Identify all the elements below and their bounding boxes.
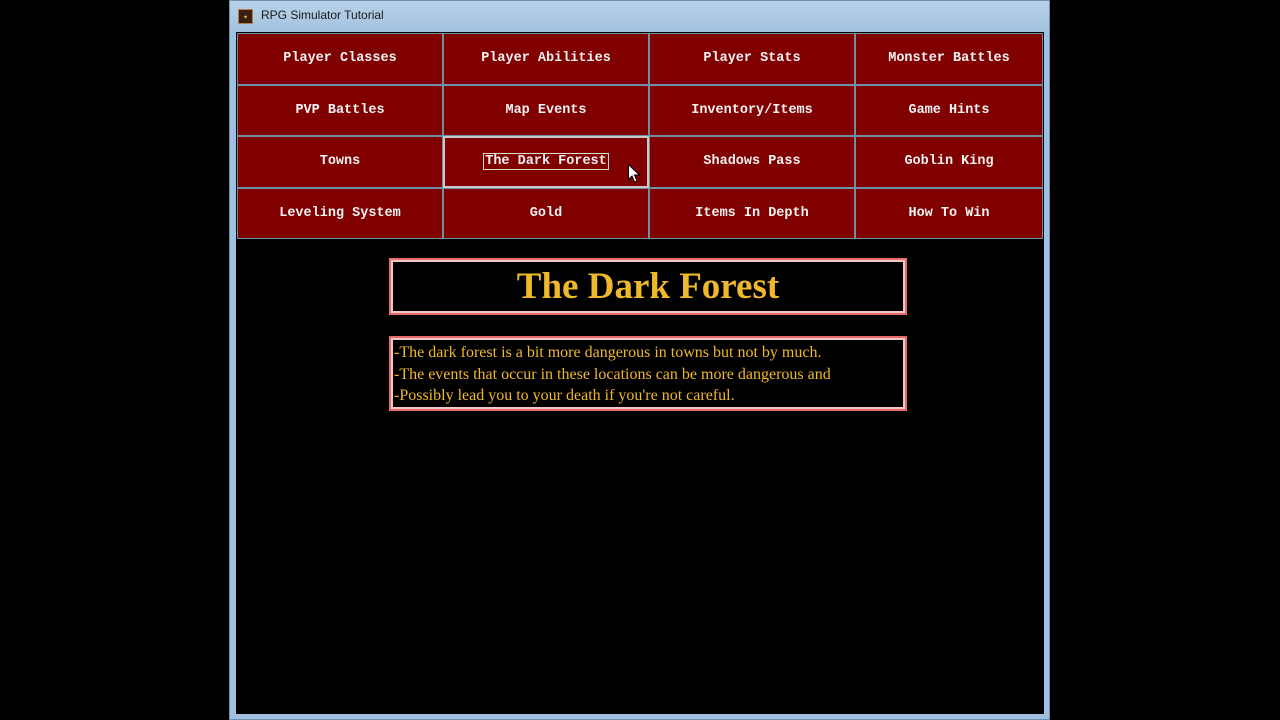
window-title: RPG Simulator Tutorial: [261, 8, 384, 22]
description-line: -The dark forest is a bit more dangerous…: [394, 344, 822, 361]
button-label: Shadows Pass: [703, 154, 801, 170]
description-line: -Possibly lead you to your death if you'…: [394, 387, 735, 404]
button-label: Player Classes: [283, 51, 397, 67]
description-line: -The events that occur in these location…: [394, 365, 831, 383]
player-classes-button[interactable]: Player Classes: [237, 33, 443, 85]
button-label: Map Events: [505, 102, 587, 118]
section-heading: The Dark Forest: [516, 266, 780, 307]
items-in-depth-button[interactable]: Items In Depth: [649, 187, 855, 239]
button-label: Gold: [529, 205, 563, 221]
player-abilities-button[interactable]: Player Abilities: [443, 33, 649, 85]
gold-button[interactable]: Gold: [443, 187, 649, 239]
button-label: PVP Battles: [295, 102, 385, 118]
button-label: Player Stats: [703, 51, 801, 67]
title-bar[interactable]: ✦ RPG Simulator Tutorial: [230, 1, 1049, 32]
app-icon[interactable]: ✦: [238, 9, 253, 24]
section-description-box: -The dark forest is a bit more dangerous…: [389, 336, 907, 411]
pvp-battles-button[interactable]: PVP Battles: [237, 84, 443, 136]
mouse-cursor-icon: [628, 164, 640, 183]
leveling-system-button[interactable]: Leveling System: [237, 187, 443, 239]
goblin-king-button[interactable]: Goblin King: [855, 136, 1043, 188]
section-heading-box: The Dark Forest: [389, 258, 907, 315]
button-label: Game Hints: [908, 102, 990, 118]
button-label: Leveling System: [279, 205, 401, 221]
inventory-items-button[interactable]: Inventory/Items: [649, 84, 855, 136]
client-area: Player Classes Player Abilities Player S…: [236, 32, 1044, 714]
game-hints-button[interactable]: Game Hints: [855, 84, 1043, 136]
button-label: The Dark Forest: [483, 153, 609, 171]
button-label: Monster Battles: [888, 51, 1010, 67]
app-window: ✦ RPG Simulator Tutorial Player Classes …: [229, 0, 1050, 720]
button-label: Items In Depth: [695, 205, 809, 221]
button-label: Inventory/Items: [691, 102, 813, 118]
button-label: Towns: [319, 154, 361, 170]
monster-battles-button[interactable]: Monster Battles: [855, 33, 1043, 85]
player-stats-button[interactable]: Player Stats: [649, 33, 855, 85]
shadows-pass-button[interactable]: Shadows Pass: [649, 136, 855, 188]
map-events-button[interactable]: Map Events: [443, 84, 649, 136]
button-label: How To Win: [908, 205, 990, 221]
topic-button-grid: Player Classes Player Abilities Player S…: [237, 33, 1043, 239]
button-label: Goblin King: [904, 154, 994, 170]
towns-button[interactable]: Towns: [237, 136, 443, 188]
how-to-win-button[interactable]: How To Win: [855, 187, 1043, 239]
button-label: Player Abilities: [481, 51, 611, 67]
the-dark-forest-button[interactable]: The Dark Forest: [443, 136, 649, 188]
